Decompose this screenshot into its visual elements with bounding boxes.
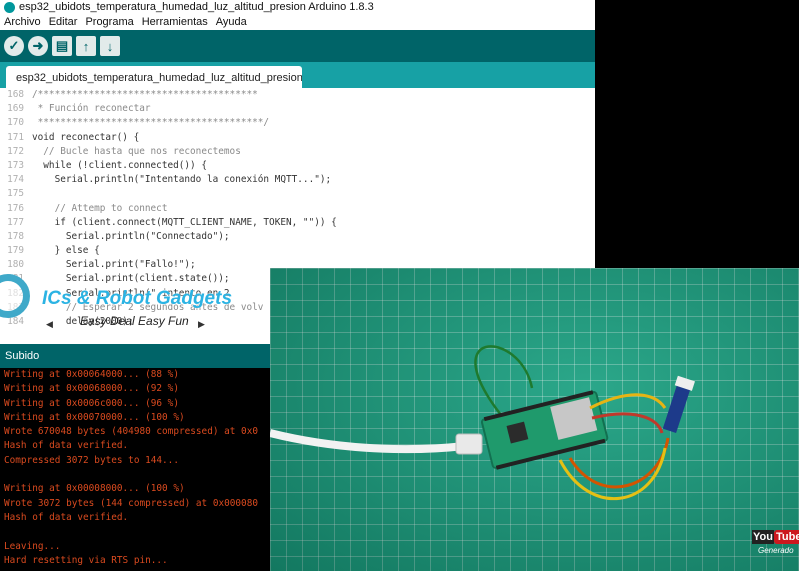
line-number: 180	[7, 259, 24, 271]
code-line: 177 if (client.connect(MQTT_CLIENT_NAME,…	[0, 216, 595, 230]
line-number: 170	[7, 117, 24, 129]
menu-ayuda[interactable]: Ayuda	[216, 16, 247, 28]
code-line: 178 Serial.println("Connectado");	[0, 230, 595, 244]
esp32-board-photo	[270, 345, 695, 501]
code-text: } else {	[32, 245, 100, 257]
tab-strip: esp32_ubidots_temperatura_humedad_luz_al…	[0, 62, 595, 88]
toolbar: ✓ ➜ ▤ ↑ ↓	[0, 30, 595, 62]
code-text: ****************************************…	[32, 117, 270, 129]
menu-archivo[interactable]: Archivo	[4, 16, 41, 28]
youtube-you: You	[752, 530, 774, 544]
line-number: 178	[7, 230, 24, 242]
line-number: 182	[7, 287, 24, 299]
youtube-tube: Tube	[774, 530, 799, 544]
code-text: Serial.println("Intentando la conexión M…	[32, 174, 332, 186]
line-number: 181	[7, 273, 24, 285]
code-text: // Attemp to connect	[32, 202, 168, 214]
title-bar: esp32_ubidots_temperatura_humedad_luz_al…	[0, 0, 595, 14]
youtube-sub: Generado	[758, 546, 794, 555]
line-number: 169	[7, 103, 24, 115]
line-number: 183	[7, 301, 24, 313]
menu-bar: Archivo Editar Programa Herramientas Ayu…	[0, 14, 595, 30]
upload-icon[interactable]: ➜	[28, 36, 48, 56]
code-text: delay(2000);	[32, 316, 134, 327]
line-number: 184	[7, 316, 24, 327]
camera-photo	[270, 268, 799, 571]
line-number: 176	[7, 202, 24, 214]
code-line: 172 // Bucle hasta que nos reconectemos	[0, 145, 595, 159]
code-text: void reconectar() {	[32, 131, 140, 143]
save-icon[interactable]: ↓	[100, 36, 120, 56]
code-text: Serial.print(client.state());	[32, 273, 230, 285]
youtube-logo: You Tube Generado	[752, 530, 799, 560]
code-line: 171 void reconectar() {	[0, 131, 595, 145]
code-text: Serial.println(" intento en 2	[32, 287, 230, 299]
line-number: 175	[7, 188, 24, 200]
code-text: * Función reconectar	[32, 103, 151, 115]
verify-icon[interactable]: ✓	[4, 36, 24, 56]
open-icon[interactable]: ↑	[76, 36, 96, 56]
code-line: 168 /************************************…	[0, 88, 595, 102]
code-line: 176 // Attemp to connect	[0, 202, 595, 216]
line-number: 179	[7, 245, 24, 257]
window-title: esp32_ubidots_temperatura_humedad_luz_al…	[19, 1, 374, 13]
new-icon[interactable]: ▤	[52, 36, 72, 56]
code-text: // Bucle hasta que nos reconectemos	[32, 145, 241, 157]
code-line: 174 Serial.println("Intentando la conexi…	[0, 173, 595, 187]
code-line: 179 } else {	[0, 244, 595, 258]
line-number: 172	[7, 145, 24, 157]
code-line: 173 while (!client.connected()) {	[0, 159, 595, 173]
menu-editar[interactable]: Editar	[49, 16, 78, 28]
code-text: // Esperar 2 segundos antes de volv	[32, 301, 264, 313]
line-number: 177	[7, 216, 24, 228]
menu-programa[interactable]: Programa	[85, 16, 133, 28]
status-text: Subido	[5, 350, 40, 362]
line-number: 173	[7, 159, 24, 171]
code-text: Serial.println("Connectado");	[32, 230, 230, 242]
code-text: Serial.print("Fallo!");	[32, 259, 196, 271]
arduino-app-icon	[4, 1, 15, 13]
code-text: if (client.connect(MQTT_CLIENT_NAME, TOK…	[32, 216, 337, 228]
line-number: 168	[7, 89, 24, 100]
code-line: 170 ************************************…	[0, 116, 595, 130]
code-text: /***************************************	[32, 89, 258, 100]
line-number: 174	[7, 174, 24, 186]
code-text: while (!client.connected()) {	[32, 159, 207, 171]
menu-herramientas[interactable]: Herramientas	[142, 16, 208, 28]
code-line: 169 * Función reconectar	[0, 102, 595, 116]
line-number: 171	[7, 131, 24, 143]
tab-sketch[interactable]: esp32_ubidots_temperatura_humedad_luz_al…	[6, 66, 302, 88]
code-line: 175	[0, 187, 595, 201]
